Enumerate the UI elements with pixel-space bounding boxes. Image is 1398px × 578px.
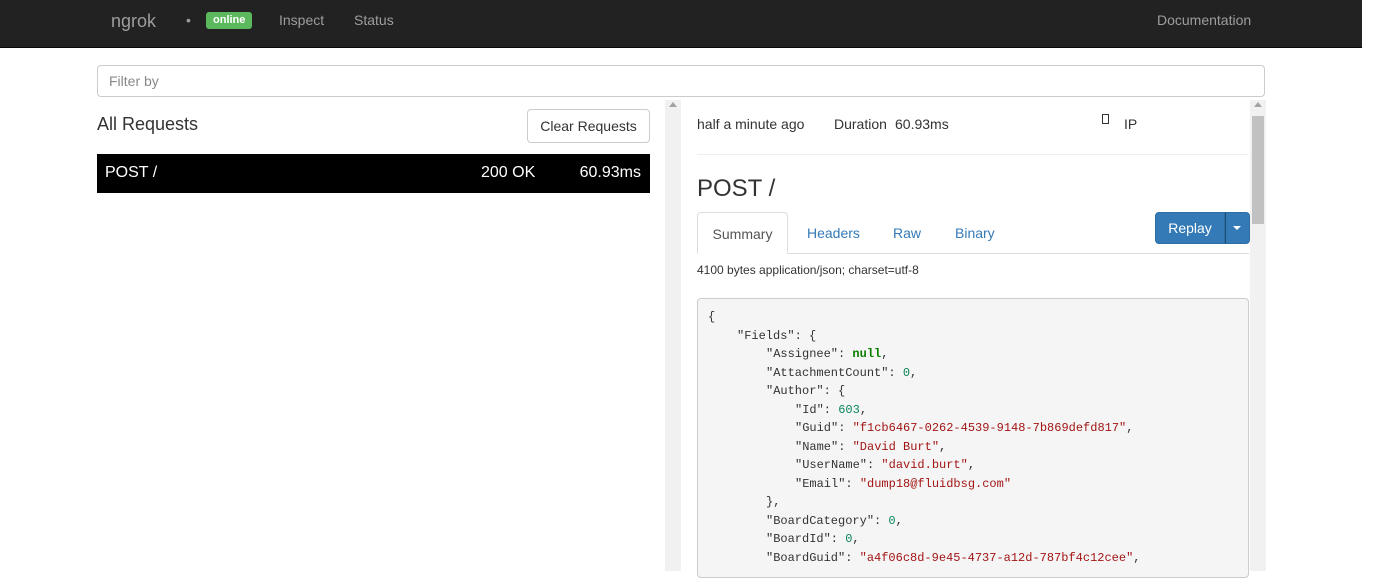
nav-documentation-link[interactable]: Documentation — [1157, 12, 1251, 28]
request-duration: 60.93ms — [579, 164, 641, 181]
mobile-icon — [1102, 114, 1109, 124]
json-value: }, — [766, 495, 781, 509]
ip-label: IP — [1124, 116, 1138, 132]
json-key: "BoardId": — [766, 532, 846, 546]
json-key: "Email": — [795, 476, 860, 491]
json-punct: , — [881, 347, 889, 361]
json-punct: , — [852, 532, 860, 546]
body-info: 4100 bytes application/json; charset=utf… — [697, 263, 919, 277]
json-punct: , — [895, 513, 903, 528]
json-key: "Author": — [766, 384, 839, 398]
json-value: { — [708, 310, 716, 324]
json-punct: , — [910, 365, 918, 380]
json-key: "BoardCategory": — [766, 513, 889, 528]
nav-inspect-link[interactable]: Inspect — [279, 12, 324, 28]
filter-input[interactable] — [97, 65, 1265, 97]
json-line: "Guid": "f1cb6467-0262-4539-9148-7b869de… — [795, 421, 1133, 435]
duration-value: 60.93ms — [895, 116, 949, 132]
json-value: "dump18@fluidbsg.com" — [859, 476, 1012, 491]
divider — [697, 154, 1249, 155]
json-line: "UserName": "david.burt", — [795, 458, 975, 472]
caret-down-icon — [1233, 226, 1241, 230]
json-line: "AttachmentCount": 0, — [766, 366, 917, 380]
separator-dot: • — [186, 12, 191, 28]
json-body-viewer[interactable]: {"Fields": {"Assignee": null, "Attachment… — [697, 298, 1249, 578]
json-punct: , — [859, 402, 868, 417]
json-key: "Fields": — [737, 328, 810, 343]
top-navbar: ngrok • online Inspect Status Documentat… — [0, 0, 1362, 48]
json-key: "Id": — [795, 402, 839, 417]
right-panel-scrollbar[interactable] — [1250, 100, 1266, 571]
json-line: }, — [766, 495, 780, 509]
json-line: "Id": 603, — [795, 403, 867, 417]
request-title: POST / — [697, 175, 776, 202]
requests-heading: All Requests — [97, 114, 199, 134]
json-punct: , — [967, 458, 976, 472]
json-value: { — [838, 384, 846, 398]
json-line: { — [708, 310, 715, 324]
json-key: "Name": — [795, 439, 853, 454]
scroll-up-arrow-icon[interactable] — [1254, 102, 1262, 107]
request-time-ago: half a minute ago — [697, 116, 805, 132]
json-line: "Email": "dump18@fluidbsg.com" — [795, 477, 1011, 491]
json-line: "BoardId": 0, — [766, 532, 860, 546]
json-key: "AttachmentCount": — [766, 365, 903, 380]
json-value: 0 — [888, 513, 896, 528]
json-punct: , — [1126, 421, 1134, 435]
json-key: "BoardGuid": — [766, 550, 860, 565]
json-value: 603 — [838, 402, 860, 417]
scroll-up-arrow-icon[interactable] — [669, 102, 677, 107]
request-method-path: POST / — [105, 164, 158, 181]
replay-button[interactable]: Replay — [1155, 212, 1225, 244]
json-punct: , — [1133, 550, 1141, 565]
tab-raw[interactable]: Raw — [893, 212, 921, 254]
json-value: 0 — [902, 365, 911, 380]
left-panel-scrollbar[interactable] — [665, 100, 681, 571]
tab-headers[interactable]: Headers — [807, 212, 860, 254]
json-value: "f1cb6467-0262-4539-9148-7b869defd817" — [852, 421, 1127, 435]
json-line: "Name": "David Burt", — [795, 440, 946, 454]
json-key: "Guid": — [795, 421, 853, 435]
json-value: "a4f06c8d-9e45-4737-a12d-787bf4c12cee" — [859, 550, 1134, 565]
duration-label: Duration — [834, 116, 887, 132]
json-key: "UserName": — [795, 458, 882, 472]
status-badge: online — [206, 12, 253, 29]
tab-binary[interactable]: Binary — [955, 212, 995, 254]
request-status: 200 OK — [481, 164, 536, 181]
json-value: { — [809, 328, 817, 343]
json-line: "BoardCategory": 0, — [766, 514, 903, 528]
json-line: "Assignee": null, — [766, 347, 888, 361]
json-punct: , — [939, 439, 947, 454]
json-value: null — [852, 347, 882, 361]
brand-logo[interactable]: ngrok — [111, 11, 156, 32]
nav-status-link[interactable]: Status — [354, 12, 394, 28]
clear-requests-button[interactable]: Clear Requests — [527, 109, 650, 143]
json-line: "Fields": { — [737, 329, 816, 343]
json-value: "David Burt" — [852, 439, 940, 454]
json-key: "Assignee": — [766, 347, 853, 361]
replay-dropdown-toggle[interactable] — [1225, 212, 1250, 244]
json-line: "BoardGuid": "a4f06c8d-9e45-4737-a12d-78… — [766, 551, 1140, 565]
tab-summary[interactable]: Summary — [697, 212, 788, 254]
json-line: "Author": { — [766, 384, 845, 398]
request-row[interactable]: POST / 200 OK 60.93ms — [97, 154, 650, 193]
json-value: "david.burt" — [881, 458, 968, 472]
scrollbar-thumb[interactable] — [1252, 116, 1264, 224]
